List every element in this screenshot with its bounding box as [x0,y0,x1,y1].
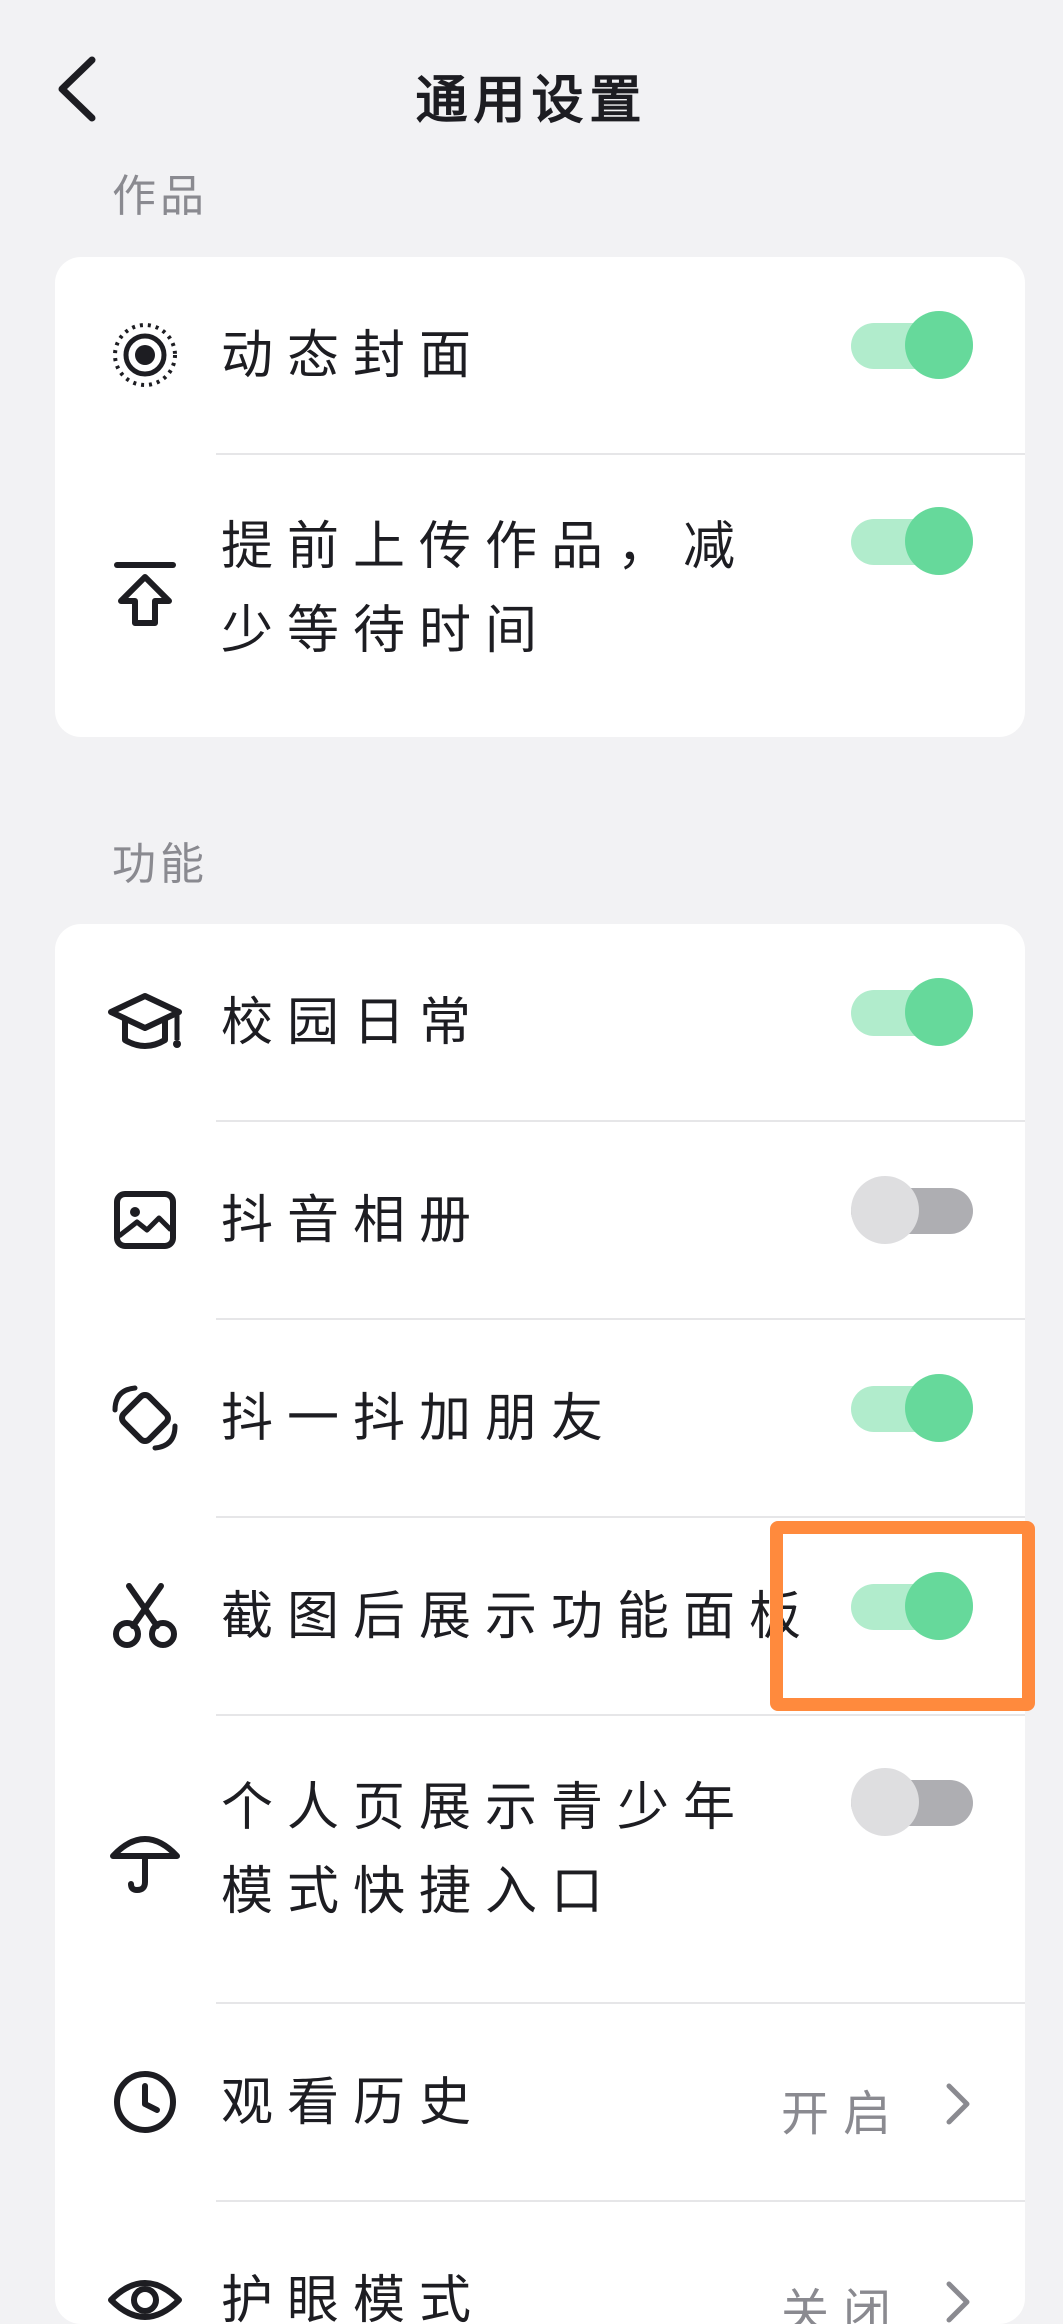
setting-row-eye-protection[interactable]: 护眼模式 关闭 [55,2202,1025,2324]
campus-daily-toggle[interactable] [851,978,973,1046]
section-label-works: 作品 [112,171,208,222]
setting-label: 护眼模式 [221,2271,486,2324]
graduation-cap-icon [107,984,183,1060]
douyin-album-toggle[interactable] [851,1176,973,1244]
setting-label: 观看历史 [221,2073,486,2133]
watch-history-value: 开启 [780,2086,905,2142]
setting-row-live-cover[interactable]: 动态封面 [55,257,1025,455]
image-icon [107,1182,183,1258]
live-cover-toggle[interactable] [851,311,973,379]
setting-label: 截图后展示功能面板 [221,1587,816,1647]
setting-row-pre-upload[interactable]: 提前上传作品，减少等待时间 [55,455,1025,737]
section-label-features: 功能 [112,839,208,890]
page-title: 通用设置 [415,71,648,131]
setting-row-campus-daily[interactable]: 校园日常 [55,924,1025,1122]
shake-add-friends-toggle[interactable] [851,1374,973,1442]
works-settings-card: 动态封面 提前上传作品，减少等待时间 [55,257,1025,737]
clock-icon [107,2064,183,2140]
eye-icon [107,2262,183,2324]
upload-icon [107,555,183,631]
setting-row-douyin-album[interactable]: 抖音相册 [55,1122,1025,1320]
setting-row-watch-history[interactable]: 观看历史 开启 [55,2004,1025,2202]
umbrella-icon [107,1820,183,1896]
highlight-box [770,1521,1035,1711]
setting-label: 校园日常 [221,993,486,1053]
shake-phone-icon [107,1380,183,1456]
setting-label: 抖音相册 [221,1191,486,1251]
setting-label: 动态封面 [221,326,486,386]
teen-mode-entry-toggle[interactable] [851,1768,973,1836]
setting-label: 个人页展示青少年模式快捷入口 [221,1778,750,1922]
pre-upload-toggle[interactable] [851,507,973,575]
chevron-right-icon [946,2281,970,2323]
live-cover-icon [107,317,183,393]
setting-row-teen-mode-entry[interactable]: 个人页展示青少年模式快捷入口 [55,1716,1025,2004]
scissors-icon [107,1578,183,1654]
setting-label: 抖一抖加朋友 [221,1389,618,1449]
setting-row-shake-add-friends[interactable]: 抖一抖加朋友 [55,1320,1025,1518]
top-nav-bar: 通用设置 [0,0,1063,170]
setting-label: 提前上传作品，减少等待时间 [221,517,750,661]
eye-protection-value: 关闭 [780,2284,905,2324]
chevron-right-icon [946,2083,970,2125]
